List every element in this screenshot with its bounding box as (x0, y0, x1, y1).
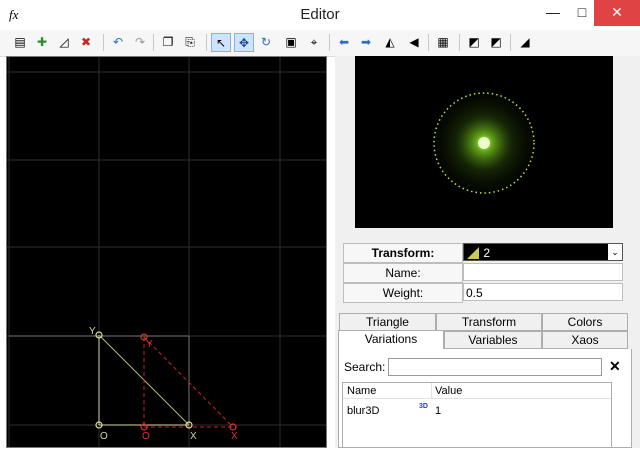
variation-value[interactable]: 1 (435, 405, 441, 417)
select-mode-button[interactable]: ↖ (211, 33, 231, 52)
fit-view-icon: ⌖ (310, 35, 318, 49)
column-value[interactable]: Value (435, 385, 462, 397)
final-transform-button[interactable]: ◢ (515, 33, 535, 52)
toolbar-separator (510, 34, 511, 51)
move-mode-button[interactable]: ✥ (234, 33, 254, 52)
reset-post-transform-button[interactable]: ◩ (486, 33, 506, 52)
tab-transform[interactable]: Transform (436, 313, 542, 331)
flip-vertical-icon: ◀ (409, 35, 419, 49)
clear-search-icon[interactable]: ✕ (609, 358, 621, 375)
rotate-left-icon: ⬅ (338, 35, 350, 49)
paste-icon: ⎘ (185, 35, 195, 49)
minimize-button[interactable]: — (537, 0, 569, 26)
reference-x-label: X (190, 431, 197, 442)
transform-value: 2 (483, 246, 491, 260)
new-button[interactable]: ▤ (10, 33, 30, 52)
search-label: Search: (344, 360, 386, 374)
flame-core (478, 137, 490, 149)
post-transform-icon: ◩ (468, 35, 480, 49)
undo-icon: ↶ (112, 35, 124, 49)
toolbar-separator (103, 34, 104, 51)
post-transform-button[interactable]: ◩ (464, 33, 484, 52)
flame-preview (355, 56, 613, 228)
delete-transform-button[interactable]: ✖ (76, 33, 96, 52)
tab-variations[interactable]: Variations (338, 330, 444, 351)
3d-badge: 3D (419, 403, 428, 410)
preview-svg (433, 92, 535, 194)
search-input[interactable] (388, 358, 602, 376)
flip-horizontal-icon: ◭ (385, 35, 395, 49)
paste-button[interactable]: ⎘ (180, 33, 200, 52)
chevron-down-icon[interactable]: ⌄ (608, 244, 622, 260)
column-name[interactable]: Name (347, 385, 376, 397)
select-mode-icon: ↖ (215, 36, 227, 50)
weight-label: Weight: (343, 283, 463, 303)
triangle-editor-svg[interactable]: Y O X Y O X (7, 57, 326, 447)
tab-xaos[interactable]: Xaos (542, 331, 628, 349)
move-mode-icon: ✥ (238, 36, 250, 50)
triangle-icon (466, 246, 480, 260)
toolbar: ▤ ✚ ◿ ✖ ↶ ↷ ❐ ⎘ ↖ ✥ ↻ ▣ ⌖ ⬅ ➡ ◭ ◀ ▦ ◩ ◩ ◢ (0, 30, 640, 57)
flip-horizontal-button[interactable]: ◭ (380, 33, 400, 52)
toolbar-separator (428, 34, 429, 51)
column-divider (431, 383, 432, 398)
grid-button[interactable]: ▦ (433, 33, 453, 52)
toolbar-separator (329, 34, 330, 51)
list-header (343, 383, 611, 399)
add-transform-button[interactable]: ✚ (32, 33, 52, 52)
editor-grid (7, 57, 326, 447)
variations-panel: Search: ✕ Name Value blur3D 3D 1 (338, 349, 632, 448)
tab-variables[interactable]: Variables (444, 331, 542, 349)
transform-select[interactable]: 2 ⌄ (463, 243, 623, 261)
grid-icon: ▦ (437, 35, 449, 49)
duplicate-transform-icon: ◿ (59, 35, 69, 49)
list-item[interactable]: blur3D 3D 1 (343, 401, 611, 419)
scale-mode-button[interactable]: ▣ (281, 33, 301, 52)
undo-button[interactable]: ↶ (108, 33, 128, 52)
add-transform-icon: ✚ (36, 35, 48, 49)
tab-colors[interactable]: Colors (542, 313, 628, 331)
selected-o-label: O (142, 431, 150, 442)
name-field[interactable] (463, 263, 623, 281)
copy-button[interactable]: ❐ (158, 33, 178, 52)
name-label: Name: (343, 263, 463, 283)
rotate-left-button[interactable]: ⬅ (334, 33, 354, 52)
rotate-mode-icon: ↻ (260, 35, 272, 49)
flip-vertical-button[interactable]: ◀ (404, 33, 424, 52)
title-bar: fx Editor — □ ✕ (0, 0, 640, 30)
duplicate-transform-button[interactable]: ◿ (54, 33, 74, 52)
final-transform-icon: ◢ (520, 35, 530, 49)
fit-view-button[interactable]: ⌖ (304, 33, 324, 52)
transform-label: Transform: (343, 243, 463, 263)
close-button[interactable]: ✕ (594, 0, 640, 26)
rotate-right-button[interactable]: ➡ (356, 33, 376, 52)
triangle-editor-canvas[interactable]: Y O X Y O X (6, 56, 327, 448)
rotate-mode-button[interactable]: ↻ (256, 33, 276, 52)
redo-icon: ↷ (134, 35, 146, 49)
delete-transform-icon: ✖ (80, 35, 92, 49)
reset-post-transform-icon: ◩ (490, 35, 502, 49)
copy-icon: ❐ (162, 35, 174, 49)
selected-y-label: Y (146, 339, 153, 350)
variation-name: blur3D (347, 405, 380, 417)
tab-triangle[interactable]: Triangle (339, 313, 436, 331)
new-icon: ▤ (14, 35, 26, 49)
selected-x-label: X (231, 431, 238, 442)
toolbar-separator (153, 34, 154, 51)
variations-list[interactable]: Name Value blur3D 3D 1 (342, 382, 612, 448)
scale-mode-icon: ▣ (285, 35, 297, 49)
reference-triangle (9, 334, 190, 426)
reference-y-label: Y (89, 326, 96, 337)
right-panel: Transform: 2 ⌄ Name: Weight: 0.5 Triangl… (335, 56, 640, 448)
toolbar-separator (459, 34, 460, 51)
redo-button[interactable]: ↷ (130, 33, 150, 52)
toolbar-separator (206, 34, 207, 51)
rotate-right-icon: ➡ (360, 35, 372, 49)
reference-o-label: O (100, 431, 108, 442)
weight-field[interactable]: 0.5 (463, 283, 623, 301)
